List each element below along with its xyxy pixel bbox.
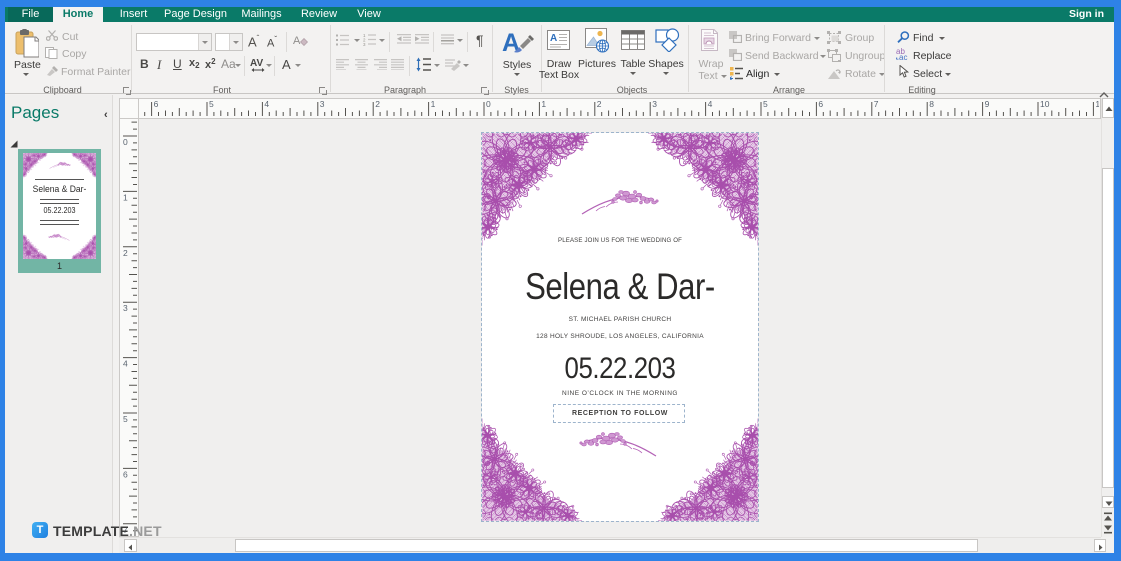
svg-text:9: 9	[985, 99, 990, 109]
svg-text:0: 0	[486, 99, 491, 109]
svg-text:AV: AV	[250, 58, 263, 69]
svg-text:7: 7	[874, 99, 879, 109]
svg-text:5: 5	[763, 99, 768, 109]
svg-text:6: 6	[154, 99, 159, 109]
svg-text:11: 11	[1095, 99, 1099, 109]
svg-text:1: 1	[541, 99, 546, 109]
svg-text:A: A	[550, 33, 557, 44]
svg-text:5: 5	[209, 99, 214, 109]
svg-text:0: 0	[123, 137, 128, 147]
svg-text:2: 2	[597, 99, 602, 109]
svg-text:A: A	[293, 35, 301, 47]
svg-text:3: 3	[652, 99, 657, 109]
svg-text:4: 4	[708, 99, 713, 109]
svg-text:3: 3	[123, 303, 128, 313]
svg-text:4: 4	[123, 359, 128, 369]
svg-text:3: 3	[320, 99, 325, 109]
svg-text:3: 3	[363, 42, 366, 46]
svg-text:8: 8	[929, 99, 934, 109]
svg-text:10: 10	[1040, 99, 1050, 109]
svg-text:4: 4	[264, 99, 269, 109]
svg-text:6: 6	[818, 99, 823, 109]
svg-text:5: 5	[123, 414, 128, 424]
svg-text:2: 2	[123, 248, 128, 258]
svg-text:1: 1	[431, 99, 436, 109]
svg-text:6: 6	[123, 469, 128, 479]
svg-text:ac: ac	[899, 53, 907, 60]
svg-text:1: 1	[123, 192, 128, 202]
svg-text:2: 2	[375, 99, 380, 109]
